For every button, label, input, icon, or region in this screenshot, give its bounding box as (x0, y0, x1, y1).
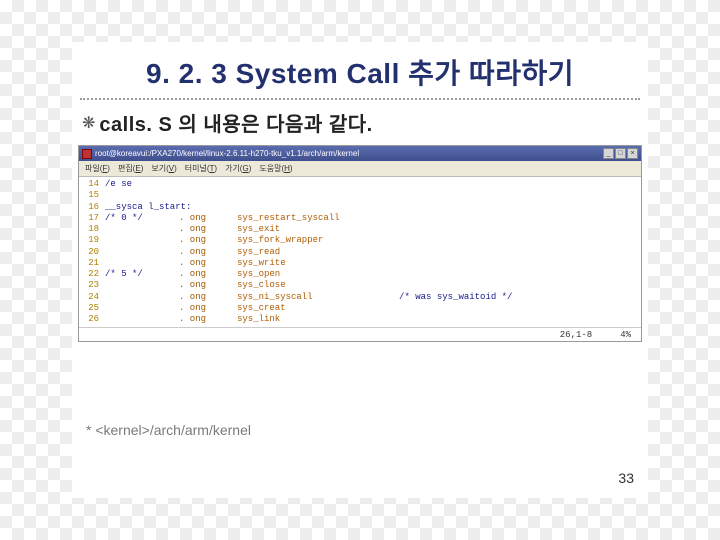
code-line: 15 (79, 190, 641, 201)
code-line: 20. ongsys_read (79, 247, 641, 258)
terminal-window: root@koreavui:/PXA270/kernel/linux-2.6.1… (78, 145, 642, 342)
code-line: 22/* 5 */. ongsys_open (79, 269, 641, 280)
footnote: * <kernel>/arch/arm/kernel (86, 422, 251, 438)
menu-item[interactable]: 편집(E) (118, 163, 143, 174)
titlebar: root@koreavui:/PXA270/kernel/linux-2.6.1… (79, 146, 641, 161)
menu-item[interactable]: 파일(F) (85, 163, 110, 174)
maximize-button[interactable]: □ (615, 148, 626, 159)
menu-item[interactable]: 도움말(H) (259, 163, 292, 174)
menu-item[interactable]: 터미널(T) (185, 163, 217, 174)
code-line: 17/* 0 */. ongsys_restart_syscall (79, 213, 641, 224)
page-number: 33 (618, 470, 634, 486)
code-line: 19. ongsys_fork_wrapper (79, 235, 641, 246)
code-line: 24. ongsys_ni_syscall /* was sys_waitoid… (79, 292, 641, 303)
divider (80, 98, 640, 100)
close-button[interactable]: × (627, 148, 638, 159)
code-line: 18. ongsys_exit (79, 224, 641, 235)
menu-item[interactable]: 보기(V) (151, 163, 176, 174)
subtitle: calls. S 의 내용은 다음과 같다. (99, 108, 372, 137)
statusbar: 26,1-8 4% (79, 327, 641, 341)
terminal-icon (82, 149, 92, 159)
subtitle-row: ❋ calls. S 의 내용은 다음과 같다. (72, 108, 648, 137)
bullet-icon: ❋ (82, 113, 95, 133)
code-line: 21. ongsys_write (79, 258, 641, 269)
code-line: 14/e se (79, 179, 641, 190)
code-line: 25. ongsys_creat (79, 303, 641, 314)
status-percent: 4% (620, 330, 631, 340)
window-buttons: _ □ × (603, 148, 638, 159)
slide-title: 9. 2. 3 System Call 추가 따라하기 (72, 42, 648, 98)
code-line: 23. ongsys_close (79, 280, 641, 291)
slide: 9. 2. 3 System Call 추가 따라하기 ❋ calls. S 의… (72, 42, 648, 498)
code-area: 14/e se1516__sysca l_start:17/* 0 */. on… (79, 177, 641, 327)
titlebar-title: root@koreavui:/PXA270/kernel/linux-2.6.1… (95, 149, 359, 158)
code-line: 16__sysca l_start: (79, 202, 641, 213)
menubar: 파일(F) 편집(E) 보기(V) 터미널(T) 가기(G) 도움말(H) (79, 161, 641, 177)
menu-item[interactable]: 가기(G) (225, 163, 251, 174)
minimize-button[interactable]: _ (603, 148, 614, 159)
code-line: 26. ongsys_link (79, 314, 641, 325)
status-position: 26,1-8 (560, 330, 592, 340)
